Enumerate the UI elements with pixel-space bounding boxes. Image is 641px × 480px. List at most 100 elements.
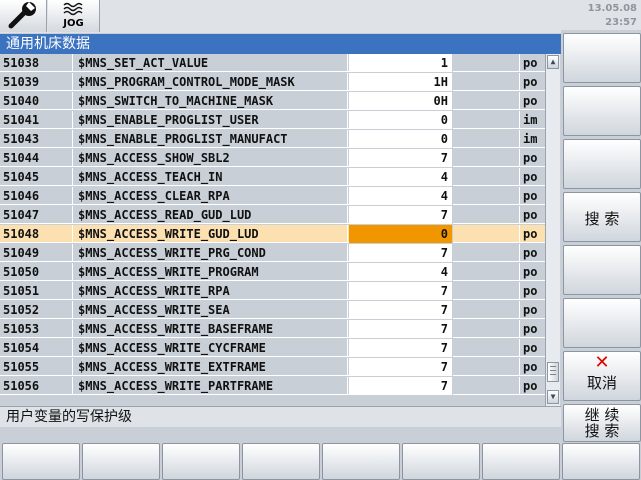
blank-cell bbox=[454, 111, 520, 129]
table-row[interactable]: 51047 $MNS_ACCESS_READ_GUD_LUD 7 po bbox=[0, 206, 545, 224]
machine-data-value[interactable]: 7 bbox=[349, 339, 453, 357]
softkey-v6[interactable] bbox=[563, 298, 641, 348]
table-row[interactable]: 51038 $MNS_SET_ACT_VALUE 1 po bbox=[0, 54, 545, 72]
time-text: 23:57 bbox=[605, 17, 637, 28]
softkey-h2[interactable] bbox=[82, 443, 160, 480]
blank-cell bbox=[454, 282, 520, 300]
machine-data-value[interactable]: 0 bbox=[349, 130, 453, 148]
table-row[interactable]: 51048 $MNS_ACCESS_WRITE_GUD_LUD 0 po bbox=[0, 225, 545, 243]
right-softkey-bar: 搜 索 ✕ 取消 继 续 搜 索 bbox=[561, 30, 641, 442]
softkey-h5[interactable] bbox=[322, 443, 400, 480]
machine-data-number: 51043 bbox=[0, 130, 73, 148]
machine-data-value[interactable]: 7 bbox=[349, 377, 453, 395]
table-row[interactable]: 51039 $MNS_PROGRAM_CONTROL_MODE_MASK 1H po bbox=[0, 73, 545, 91]
softkey-v1[interactable] bbox=[563, 33, 641, 83]
machine-data-number: 51048 bbox=[0, 225, 73, 243]
machine-data-value[interactable]: 7 bbox=[349, 320, 453, 338]
continue-search-button[interactable]: 继 续 搜 索 bbox=[563, 404, 641, 442]
table-row[interactable]: 51044 $MNS_ACCESS_SHOW_SBL2 7 po bbox=[0, 149, 545, 167]
machine-data-effect: po bbox=[523, 189, 538, 203]
jog-mode-label: JOG bbox=[63, 18, 84, 29]
table-row[interactable]: 51052 $MNS_ACCESS_WRITE_SEA 7 po bbox=[0, 301, 545, 319]
scrollbar-thumb[interactable] bbox=[547, 362, 559, 382]
parameter-description: 用户变量的写保护级 bbox=[0, 406, 561, 427]
blank-cell bbox=[454, 263, 520, 281]
wrench-icon[interactable] bbox=[0, 0, 47, 32]
top-header: JOG 13.05.08 23:57 bbox=[0, 0, 641, 33]
table-row[interactable]: 51045 $MNS_ACCESS_TEACH_IN 4 po bbox=[0, 168, 545, 186]
date-time-display: 13.05.08 23:57 bbox=[588, 2, 637, 30]
table-row[interactable]: 51051 $MNS_ACCESS_WRITE_RPA 7 po bbox=[0, 282, 545, 300]
softkey-h4[interactable] bbox=[242, 443, 320, 480]
machine-data-value[interactable]: 7 bbox=[349, 149, 453, 167]
machine-data-value[interactable]: 7 bbox=[349, 282, 453, 300]
softkey-h7[interactable] bbox=[482, 443, 560, 480]
machine-data-value[interactable]: 4 bbox=[349, 168, 453, 186]
machine-data-value[interactable]: 1 bbox=[349, 54, 453, 72]
machine-data-name: $MNS_ACCESS_WRITE_PRG_COND bbox=[74, 244, 348, 262]
table-row[interactable]: 51056 $MNS_ACCESS_WRITE_PARTFRAME 7 po bbox=[0, 377, 545, 395]
table-row[interactable]: 51053 $MNS_ACCESS_WRITE_BASEFRAME 7 po bbox=[0, 320, 545, 338]
search-button[interactable]: 搜 索 bbox=[563, 192, 641, 242]
machine-data-number: 51044 bbox=[0, 149, 73, 167]
softkey-v3[interactable] bbox=[563, 139, 641, 189]
machine-data-value[interactable]: 7 bbox=[349, 358, 453, 376]
machine-data-effect: po bbox=[523, 379, 538, 393]
table-row[interactable]: 51049 $MNS_ACCESS_WRITE_PRG_COND 7 po bbox=[0, 244, 545, 262]
scroll-down-icon[interactable]: ▼ bbox=[547, 390, 559, 404]
softkey-h6[interactable] bbox=[402, 443, 480, 480]
softkey-h8[interactable] bbox=[562, 443, 640, 480]
machine-data-effect: po bbox=[523, 322, 538, 336]
date-text: 13.05.08 bbox=[587, 3, 637, 14]
machine-data-name: $MNS_ACCESS_WRITE_CYCFRAME bbox=[74, 339, 348, 357]
machine-data-name: $MNS_ACCESS_WRITE_GUD_LUD bbox=[74, 225, 348, 243]
softkey-v2[interactable] bbox=[563, 86, 641, 136]
softkey-h3[interactable] bbox=[162, 443, 240, 480]
table-row[interactable]: 51046 $MNS_ACCESS_CLEAR_RPA 4 po bbox=[0, 187, 545, 205]
machine-data-effect: po bbox=[523, 75, 538, 89]
machine-data-value[interactable]: 7 bbox=[349, 244, 453, 262]
machine-data-name: $MNS_ACCESS_WRITE_RPA bbox=[74, 282, 348, 300]
table-row[interactable]: 51040 $MNS_SWITCH_TO_MACHINE_MASK 0H po bbox=[0, 92, 545, 110]
machine-data-table: 51038 $MNS_SET_ACT_VALUE 1 po 51039 $MNS_PROG… bbox=[0, 54, 545, 400]
machine-data-name: $MNS_ACCESS_TEACH_IN bbox=[74, 168, 348, 186]
machine-data-value[interactable]: 0 bbox=[349, 225, 453, 243]
machine-data-number: 51040 bbox=[0, 92, 73, 110]
machine-data-name: $MNS_SET_ACT_VALUE bbox=[74, 54, 348, 72]
machine-data-effect: po bbox=[523, 265, 538, 279]
machine-data-effect: po bbox=[523, 151, 538, 165]
machine-data-value[interactable]: 0 bbox=[349, 111, 453, 129]
blank-cell bbox=[454, 339, 520, 357]
scroll-up-icon[interactable]: ▲ bbox=[547, 55, 559, 69]
machine-data-value[interactable]: 0H bbox=[349, 92, 453, 110]
machine-data-name: $MNS_ACCESS_WRITE_PROGRAM bbox=[74, 263, 348, 281]
machine-data-number: 51046 bbox=[0, 187, 73, 205]
machine-data-name: $MNS_ENABLE_PROGLIST_MANUFACT bbox=[74, 130, 348, 148]
table-row[interactable]: 51054 $MNS_ACCESS_WRITE_CYCFRAME 7 po bbox=[0, 339, 545, 357]
table-row[interactable]: 51041 $MNS_ENABLE_PROGLIST_USER 0 im bbox=[0, 111, 545, 129]
softkey-h1[interactable] bbox=[2, 443, 80, 480]
blank-cell bbox=[454, 320, 520, 338]
jog-wave-icon bbox=[63, 2, 83, 16]
softkey-v5[interactable] bbox=[563, 245, 641, 295]
jog-mode-button[interactable]: JOG bbox=[48, 0, 100, 32]
machine-data-effect: po bbox=[523, 170, 538, 184]
cancel-button[interactable]: ✕ 取消 bbox=[563, 351, 641, 401]
machine-data-effect: po bbox=[523, 360, 538, 374]
blank-cell bbox=[454, 54, 520, 72]
table-row[interactable]: 51043 $MNS_ENABLE_PROGLIST_MANUFACT 0 im bbox=[0, 130, 545, 148]
machine-data-value[interactable]: 7 bbox=[349, 206, 453, 224]
machine-data-value[interactable]: 1H bbox=[349, 73, 453, 91]
table-row[interactable]: 51050 $MNS_ACCESS_WRITE_PROGRAM 4 po bbox=[0, 263, 545, 281]
blank-cell bbox=[454, 92, 520, 110]
table-row[interactable]: 51055 $MNS_ACCESS_WRITE_EXTFRAME 7 po bbox=[0, 358, 545, 376]
machine-data-name: $MNS_ACCESS_CLEAR_RPA bbox=[74, 187, 348, 205]
machine-data-value[interactable]: 4 bbox=[349, 187, 453, 205]
machine-data-value[interactable]: 4 bbox=[349, 263, 453, 281]
machine-data-number: 51049 bbox=[0, 244, 73, 262]
blank-cell bbox=[454, 301, 520, 319]
vertical-scrollbar[interactable]: ▲ ▼ bbox=[545, 54, 560, 406]
machine-data-value[interactable]: 7 bbox=[349, 301, 453, 319]
machine-data-effect: po bbox=[523, 94, 538, 108]
machine-data-number: 51041 bbox=[0, 111, 73, 129]
